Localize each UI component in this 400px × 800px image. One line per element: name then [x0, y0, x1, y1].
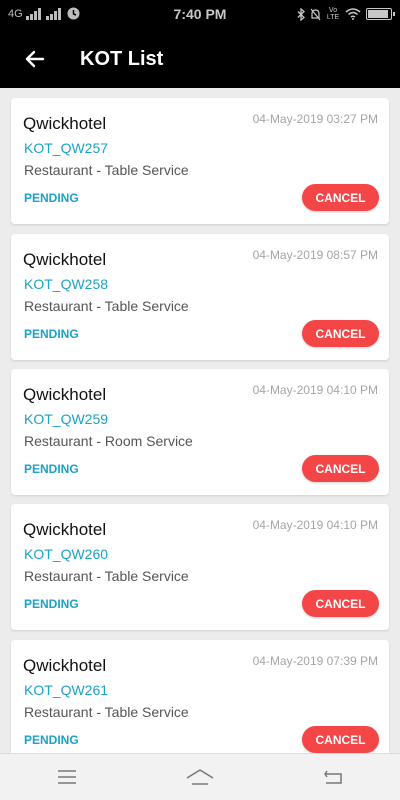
service-type: Restaurant - Table Service [24, 568, 189, 584]
hotel-name: Qwickhotel [23, 520, 107, 539]
kot-date: 04-May-2019 07:39 PM [252, 654, 378, 668]
kot-card[interactable]: Qwickhotel 04-May-2019 03:27 PM KOT_QW25… [11, 98, 389, 224]
status-right: Vo LTE [297, 7, 395, 21]
arrow-left-icon [25, 50, 45, 68]
kot-date: 04-May-2019 04:10 PM [252, 518, 378, 532]
status-label: PENDING [24, 462, 79, 476]
kot-date: 04-May-2019 04:10 PM [252, 383, 378, 397]
hotel-name: Qwickhotel [23, 656, 107, 675]
status-label: PENDING [24, 597, 79, 611]
status-bar: 4G 7:40 PM Vo LTE [0, 0, 400, 30]
status-label: PENDING [24, 733, 79, 747]
hotel-name: Qwickhotel [23, 114, 107, 133]
cancel-button[interactable]: CANCEL [302, 726, 379, 753]
battery-icon [366, 8, 395, 20]
service-type: Restaurant - Table Service [24, 162, 189, 178]
cancel-button[interactable]: CANCEL [302, 320, 379, 347]
back-button[interactable] [10, 30, 60, 88]
service-type: Restaurant - Room Service [24, 433, 193, 449]
cancel-button[interactable]: CANCEL [302, 184, 379, 211]
cancel-button[interactable]: CANCEL [302, 455, 379, 482]
kot-code: KOT_QW257 [24, 140, 109, 156]
cancel-button[interactable]: CANCEL [302, 590, 379, 617]
service-type: Restaurant - Table Service [24, 298, 189, 314]
kot-date: 04-May-2019 03:27 PM [252, 112, 378, 126]
mute-icon [310, 8, 321, 20]
kot-code: KOT_QW261 [24, 682, 109, 698]
wifi-icon [345, 8, 361, 20]
return-icon [324, 770, 343, 784]
hotel-name: Qwickhotel [23, 250, 107, 269]
status-label: PENDING [24, 327, 79, 341]
kot-code: KOT_QW260 [24, 546, 109, 562]
bluetooth-icon [297, 7, 305, 21]
page-title: KOT List [80, 47, 164, 70]
kot-card[interactable]: Qwickhotel 04-May-2019 07:39 PM KOT_QW26… [11, 640, 389, 753]
kot-list[interactable]: Qwickhotel 04-May-2019 03:27 PM KOT_QW25… [0, 88, 400, 753]
system-nav-bar [0, 753, 400, 800]
service-type: Restaurant - Table Service [24, 704, 189, 720]
kot-date: 04-May-2019 08:57 PM [252, 248, 378, 262]
back-nav-button[interactable] [303, 757, 363, 797]
home-button[interactable] [170, 757, 230, 797]
kot-code: KOT_QW259 [24, 411, 109, 427]
hotel-name: Qwickhotel [23, 385, 107, 404]
kot-card[interactable]: Qwickhotel 04-May-2019 08:57 PM KOT_QW25… [11, 234, 389, 360]
menu-icon [57, 770, 76, 784]
menu-button[interactable] [37, 757, 97, 797]
home-icon [186, 769, 214, 785]
app-bar: KOT List [0, 30, 400, 88]
status-label: PENDING [24, 191, 79, 205]
kot-card[interactable]: Qwickhotel 04-May-2019 04:10 PM KOT_QW26… [11, 504, 389, 630]
kot-card[interactable]: Qwickhotel 04-May-2019 04:10 PM KOT_QW25… [11, 369, 389, 495]
kot-code: KOT_QW258 [24, 276, 109, 292]
volte-label: Vo LTE [326, 7, 340, 21]
